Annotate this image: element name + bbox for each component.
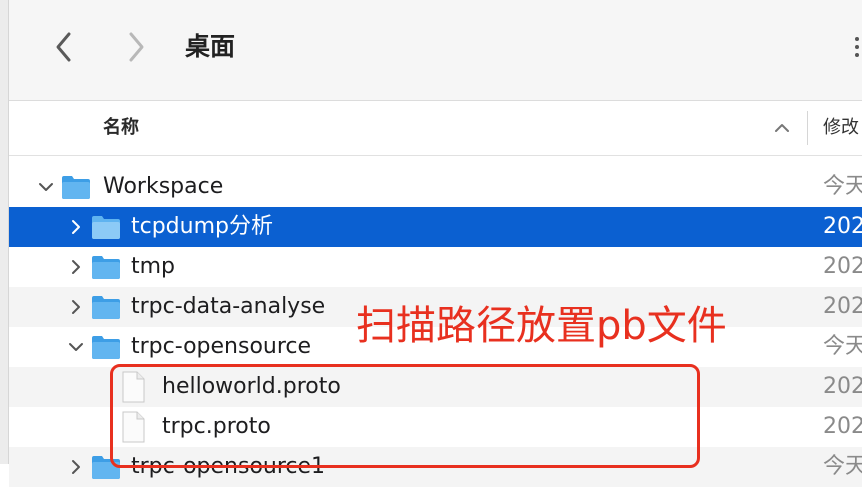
toolbar: 桌面 — [9, 0, 862, 101]
list-view-icon[interactable] — [853, 34, 862, 60]
chevron-right-icon[interactable] — [67, 218, 85, 236]
column-header: 名称 修改 — [9, 101, 862, 156]
item-name: trpc-data-analyse — [131, 294, 326, 319]
item-name: tcpdump分析 — [131, 214, 273, 239]
item-date: 202 — [823, 214, 862, 239]
item-name: Workspace — [103, 174, 224, 199]
folder-icon — [92, 296, 120, 319]
name-column-header[interactable]: 名称 — [103, 101, 139, 155]
chevron-right-icon[interactable] — [67, 458, 85, 476]
column-divider[interactable] — [807, 111, 808, 145]
chevron-up-icon[interactable] — [773, 119, 791, 137]
modified-column-header[interactable]: 修改 — [823, 101, 859, 155]
list-item[interactable]: Workspace 今天 — [9, 167, 862, 207]
chevron-left-icon — [56, 32, 71, 62]
chevron-down-icon[interactable] — [37, 178, 55, 196]
list-item[interactable]: tcpdump分析 202 — [9, 207, 862, 247]
item-date: 今天 — [823, 174, 862, 199]
annotation-label: 扫描路径放置pb文件 — [356, 303, 727, 349]
forward-button[interactable] — [121, 28, 151, 66]
item-date: 202 — [823, 374, 862, 399]
chevron-right-icon[interactable] — [67, 258, 85, 276]
folder-icon — [92, 216, 120, 239]
chevron-down-icon[interactable] — [67, 338, 85, 356]
chevron-right-icon — [129, 32, 144, 62]
item-date: 202 — [823, 414, 862, 439]
item-date: 202 — [823, 294, 862, 319]
window-title: 桌面 — [185, 32, 236, 61]
item-date: 202 — [823, 254, 862, 279]
sidebar-edge — [0, 0, 9, 464]
folder-icon — [92, 256, 120, 279]
item-name: tmp — [131, 254, 176, 279]
item-date: 今天 — [823, 334, 862, 359]
folder-icon — [62, 176, 90, 199]
item-name: trpc-opensource — [131, 334, 312, 359]
list-item[interactable]: tmp 202 — [9, 247, 862, 287]
annotation-highlight-box — [110, 364, 700, 468]
item-date: 今天 — [823, 454, 862, 479]
folder-icon — [92, 336, 120, 359]
chevron-right-icon[interactable] — [67, 298, 85, 316]
back-button[interactable] — [49, 28, 79, 66]
